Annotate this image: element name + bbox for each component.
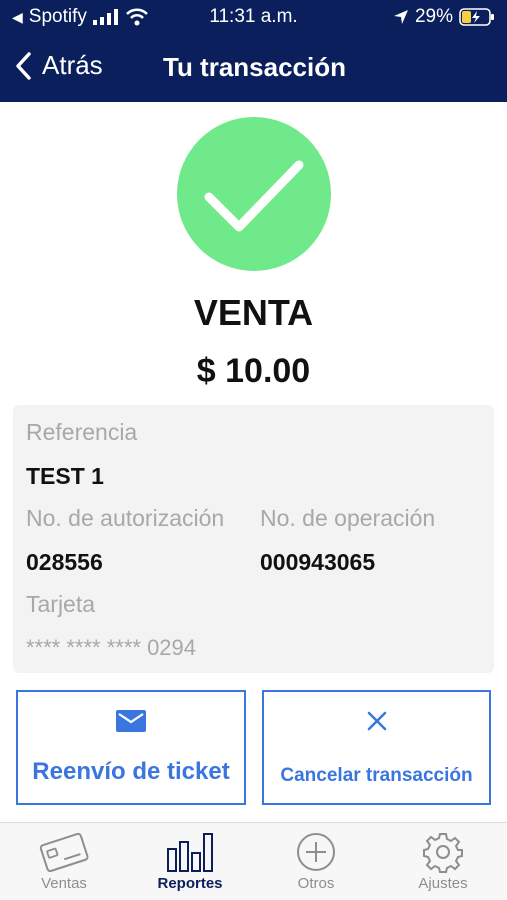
status-right: 29% [393, 6, 495, 28]
tab-ventas-label: Ventas [41, 875, 87, 892]
tab-bar: Ventas Reportes Otros Ajustes [0, 822, 507, 900]
tab-ajustes[interactable]: Ajustes [383, 829, 503, 899]
authorization-label: No. de autorización [26, 505, 225, 531]
mail-icon [116, 710, 146, 732]
page-title: Tu transacción [163, 52, 347, 82]
tab-otros-label: Otros [297, 875, 335, 892]
tab-otros[interactable]: Otros [256, 829, 376, 899]
close-icon-wrap [264, 710, 489, 737]
cancel-transaction-label: Cancelar transacción [280, 765, 473, 786]
resend-ticket-button[interactable]: Reenvío de ticket [16, 690, 246, 805]
checkmark-icon [204, 160, 304, 232]
battery-percent: 29% [414, 6, 453, 27]
status-bar: ◀ Spotify 11:31 a.m. 29% [0, 0, 507, 36]
card-number: **** **** **** 0294 [26, 635, 197, 660]
back-label: Atrás [42, 50, 103, 80]
gear-icon [423, 833, 463, 873]
transaction-details-panel: Referencia TEST 1 No. de autorización 02… [13, 405, 494, 673]
transaction-type: VENTA [193, 292, 314, 333]
card-icon-wrap [4, 829, 124, 875]
operation-label: No. de operación [260, 505, 436, 531]
app-header: ◀ Spotify 11:31 a.m. 29% Atrás Tu transa… [0, 0, 507, 102]
card-icon [39, 832, 89, 873]
transaction-amount: $ 10.00 [196, 352, 311, 390]
tab-reportes-label: Reportes [157, 875, 223, 892]
reference-label: Referencia [26, 419, 138, 445]
reference-value: TEST 1 [26, 463, 104, 489]
authorization-value: 028556 [26, 549, 103, 575]
success-badge [177, 117, 331, 271]
card-label: Tarjeta [26, 591, 96, 617]
plus-circle-icon [297, 833, 335, 871]
operation-value: 000943065 [260, 549, 376, 575]
back-button[interactable]: Atrás [14, 50, 103, 81]
resend-ticket-label: Reenvío de ticket [32, 758, 230, 785]
bar-chart-icon-wrap [130, 829, 250, 875]
gear-icon-wrap [383, 829, 503, 875]
bar-chart-icon [167, 833, 213, 872]
nav-bar: Atrás Tu transacción [0, 44, 507, 94]
close-icon [367, 711, 386, 731]
battery-icon [459, 8, 494, 26]
mail-icon-wrap [18, 710, 244, 737]
location-icon [393, 10, 408, 24]
tab-reportes[interactable]: Reportes [130, 829, 250, 899]
tab-ventas[interactable]: Ventas [4, 829, 124, 899]
cancel-transaction-button[interactable]: Cancelar transacción [262, 690, 491, 805]
chevron-left-icon [16, 51, 31, 80]
plus-circle-icon-wrap [256, 829, 376, 875]
tab-ajustes-label: Ajustes [418, 875, 468, 892]
